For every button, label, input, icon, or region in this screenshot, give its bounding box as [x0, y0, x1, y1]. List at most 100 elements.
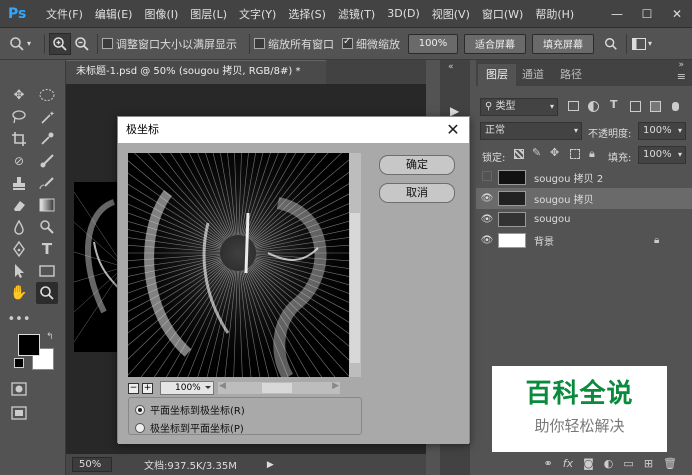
- checkbox-box[interactable]: [254, 38, 265, 49]
- filter-toggle-icon[interactable]: [672, 102, 679, 111]
- eraser-tool[interactable]: [8, 194, 30, 216]
- filter-shape-icon[interactable]: [630, 101, 641, 112]
- fill-screen-button[interactable]: 填充屏幕: [532, 33, 594, 54]
- move-tool[interactable]: ✥: [8, 84, 30, 106]
- brush-tool[interactable]: [36, 150, 58, 172]
- path-selection-tool[interactable]: [8, 260, 30, 282]
- tab-paths[interactable]: 路径: [552, 64, 590, 86]
- pen-tool[interactable]: [8, 238, 30, 260]
- new-layer-icon[interactable]: ⊞: [644, 457, 653, 470]
- magic-wand-tool[interactable]: ✦: [36, 106, 58, 128]
- filter-type-icon[interactable]: T: [610, 98, 618, 111]
- menu-image[interactable]: 图像(I): [138, 6, 184, 22]
- clone-stamp-tool[interactable]: [8, 172, 30, 194]
- healing-brush-tool[interactable]: ⊘: [8, 150, 30, 172]
- radio-unselected[interactable]: [135, 422, 145, 433]
- zoom-in-button[interactable]: [49, 32, 71, 55]
- menu-filter[interactable]: 滤镜(T): [332, 6, 381, 22]
- cancel-button[interactable]: 取消: [379, 183, 455, 203]
- layer-row-selected[interactable]: 👁︎ sougou 拷贝: [476, 188, 692, 209]
- resize-windows-checkbox[interactable]: 调整窗口大小以满屏显示: [102, 36, 237, 52]
- filter-adjustment-icon[interactable]: [588, 101, 599, 112]
- delete-layer-icon[interactable]: 🗑︎: [663, 457, 677, 470]
- zoom-all-checkbox[interactable]: 缩放所有窗口: [254, 36, 334, 52]
- scrollbar-thumb[interactable]: [262, 383, 292, 393]
- lock-transparent-icon[interactable]: [514, 149, 524, 159]
- quick-mask-button[interactable]: [8, 378, 30, 400]
- zoom-tool-preset-button[interactable]: ▾: [0, 33, 40, 55]
- menu-view[interactable]: 视图(V): [426, 6, 476, 22]
- radio-selected[interactable]: [135, 404, 145, 415]
- filter-preview[interactable]: [128, 153, 349, 377]
- workspace-button[interactable]: ▾: [631, 33, 653, 55]
- edit-toolbar-button[interactable]: •••: [8, 308, 31, 330]
- fill-input[interactable]: 100% ▾: [638, 146, 686, 164]
- eye-icon[interactable]: 👁︎: [476, 193, 498, 204]
- document-tab[interactable]: 未标题-1.psd @ 50% (sougou 拷贝, RGB/8#) *: [66, 60, 326, 84]
- layer-row[interactable]: 👁︎ sougou: [476, 209, 692, 230]
- layer-row[interactable]: 👁︎ 背景 🔒︎: [476, 230, 692, 251]
- default-colors-icon[interactable]: [14, 358, 24, 368]
- close-icon[interactable]: ✕: [443, 120, 463, 140]
- screen-mode-button[interactable]: [8, 402, 30, 424]
- menu-window[interactable]: 窗口(W): [476, 6, 529, 22]
- lock-all-icon[interactable]: 🔒︎: [589, 147, 595, 161]
- lock-artboard-icon[interactable]: [570, 149, 580, 159]
- tab-channels[interactable]: 通道: [514, 64, 552, 86]
- status-menu-arrow-icon[interactable]: ▶: [267, 460, 274, 470]
- dialog-title-bar[interactable]: 极坐标 ✕: [118, 117, 469, 143]
- link-layers-icon[interactable]: ⚭: [544, 457, 553, 470]
- lock-position-icon[interactable]: ✥: [550, 146, 559, 159]
- maximize-button[interactable]: ☐: [632, 0, 662, 28]
- scroll-right-icon[interactable]: ▶: [332, 381, 339, 391]
- zoom-out-preview-button[interactable]: −: [128, 382, 139, 394]
- menu-layer[interactable]: 图层(L): [184, 6, 233, 22]
- new-group-icon[interactable]: ▭: [623, 457, 633, 470]
- preview-vertical-scrollbar[interactable]: [349, 153, 361, 377]
- opacity-input[interactable]: 100% ▾: [638, 122, 686, 140]
- swap-colors-icon[interactable]: ↰: [46, 332, 54, 342]
- polar-to-rect-radio[interactable]: 极坐标到平面坐标(P): [135, 420, 355, 435]
- layer-filter-select[interactable]: ⚲ 类型 ▾: [480, 98, 558, 116]
- scrollbar-thumb[interactable]: [350, 213, 360, 363]
- preview-horizontal-scrollbar[interactable]: ◀ ▶: [218, 381, 340, 394]
- eyedropper-tool[interactable]: [36, 128, 58, 150]
- zoom-in-preview-button[interactable]: +: [142, 382, 153, 394]
- eye-icon[interactable]: 👁︎: [476, 214, 498, 225]
- menu-help[interactable]: 帮助(H): [529, 6, 580, 22]
- type-tool[interactable]: T: [36, 238, 58, 260]
- dodge-tool[interactable]: [36, 216, 58, 238]
- gradient-tool[interactable]: [36, 194, 58, 216]
- zoom-level-field[interactable]: 50%: [72, 457, 112, 472]
- foreground-color-swatch[interactable]: [18, 334, 40, 356]
- menu-type[interactable]: 文字(Y): [233, 6, 282, 22]
- adjustment-layer-icon[interactable]: ◐: [604, 457, 614, 470]
- visibility-toggle-hidden[interactable]: [476, 171, 498, 184]
- blend-mode-select[interactable]: 正常 ▾: [480, 122, 582, 140]
- scrubby-zoom-checkbox[interactable]: 细微缩放: [342, 36, 400, 52]
- panel-collapse-icon[interactable]: «: [448, 62, 454, 72]
- menu-edit[interactable]: 编辑(E): [89, 6, 139, 22]
- fit-screen-button[interactable]: 适合屏幕: [464, 33, 526, 54]
- checkbox-box[interactable]: [102, 38, 113, 49]
- panel-menu-icon[interactable]: ≡: [677, 70, 686, 83]
- lock-pixels-icon[interactable]: ✎: [532, 146, 541, 159]
- zoom-100-button[interactable]: 100%: [408, 33, 458, 54]
- blur-tool[interactable]: [8, 216, 30, 238]
- history-brush-tool[interactable]: [36, 172, 58, 194]
- hand-tool[interactable]: ✋: [8, 282, 30, 304]
- rectangle-tool[interactable]: [36, 260, 58, 282]
- menu-file[interactable]: 文件(F): [40, 6, 89, 22]
- scroll-left-icon[interactable]: ◀: [219, 381, 226, 391]
- panel-close-icon[interactable]: »: [678, 60, 684, 70]
- menu-3d[interactable]: 3D(D): [381, 7, 426, 20]
- layer-row[interactable]: sougou 拷贝 2: [476, 167, 692, 188]
- add-mask-icon[interactable]: ◙: [583, 457, 594, 470]
- preview-zoom-select[interactable]: 100%: [160, 381, 214, 395]
- checkbox-box-checked[interactable]: [342, 36, 353, 49]
- tab-layers[interactable]: 图层: [478, 64, 516, 86]
- fx-icon[interactable]: fx: [563, 457, 573, 470]
- ok-button[interactable]: 确定: [379, 155, 455, 175]
- lasso-tool[interactable]: [8, 106, 30, 128]
- menu-select[interactable]: 选择(S): [282, 6, 332, 22]
